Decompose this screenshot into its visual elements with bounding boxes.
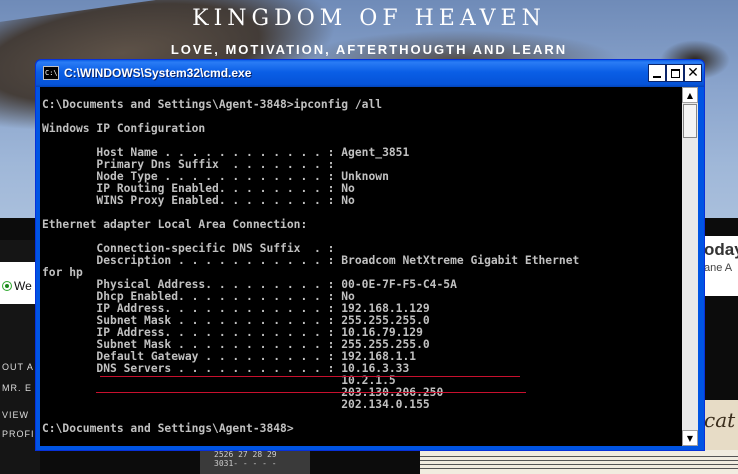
annotation-underline: [96, 392, 526, 393]
chevron-down-icon: ▼: [686, 433, 694, 443]
sidebar-link-mr[interactable]: MR. E: [2, 383, 32, 393]
sidebar-link-about[interactable]: OUT A: [2, 362, 34, 372]
right-image-caption: cat: [704, 408, 736, 432]
radio-label: We: [14, 279, 32, 293]
site-title[interactable]: KINGDOM OF HEAVEN: [0, 6, 738, 31]
minimize-button[interactable]: [648, 64, 666, 82]
console-line: C:\Documents and Settings\Agent-3848>: [42, 422, 294, 435]
scroll-up-button[interactable]: ▲: [682, 87, 698, 103]
annotation-underline: [100, 376, 520, 377]
chevron-up-icon: ▲: [686, 90, 694, 100]
site-tagline: LOVE, MOTIVATION, AFTERTHOUGTH AND LEARN: [170, 42, 568, 57]
right-widget-title: oday: [704, 240, 738, 259]
calendar-widget: 2526 27 28 29 3031- - - - -: [200, 450, 310, 474]
scroll-down-button[interactable]: ▼: [682, 430, 698, 446]
console-line: Windows IP Configuration: [42, 122, 206, 135]
calendar-row: 2526 27 28 29: [214, 450, 277, 459]
scrollbar-thumb[interactable]: [683, 104, 697, 138]
maximize-button[interactable]: [666, 64, 684, 82]
cmd-app-icon[interactable]: C:\: [43, 66, 59, 80]
minimize-icon: [653, 76, 661, 78]
close-icon: ✕: [687, 65, 699, 81]
console-output[interactable]: C:\Documents and Settings\Agent-3848>ipc…: [40, 87, 682, 446]
cmd-window[interactable]: C:\ C:\WINDOWS\System32\cmd.exe ✕ C:\Doc…: [35, 59, 705, 451]
console-text: C:\Documents and Settings\Agent-3848>ipc…: [40, 87, 682, 435]
console-line: 202.134.0.155: [42, 398, 430, 411]
sheet-music-image: [420, 450, 738, 474]
right-widget-subtitle: ane A: [704, 262, 733, 274]
window-titlebar[interactable]: C:\ C:\WINDOWS\System32\cmd.exe ✕: [36, 60, 704, 87]
console-line: Description . . . . . . . . . . . : Broa…: [42, 254, 580, 267]
console-line: C:\Documents and Settings\Agent-3848>ipc…: [42, 98, 383, 111]
console-line: WINS Proxy Enabled. . . . . . . . : No: [42, 194, 355, 207]
console-line: Ethernet adapter Local Area Connection:: [42, 218, 308, 231]
maximize-icon: [670, 68, 680, 78]
radio-button[interactable]: [2, 281, 12, 291]
window-title: C:\WINDOWS\System32\cmd.exe: [64, 66, 252, 80]
sidebar-link-profile[interactable]: PROFI: [2, 429, 35, 439]
close-button[interactable]: ✕: [684, 64, 702, 82]
vertical-scrollbar[interactable]: ▲ ▼: [682, 87, 698, 446]
sidebar-link-view[interactable]: VIEW: [2, 410, 29, 420]
calendar-row: 3031- - - - -: [214, 459, 277, 468]
